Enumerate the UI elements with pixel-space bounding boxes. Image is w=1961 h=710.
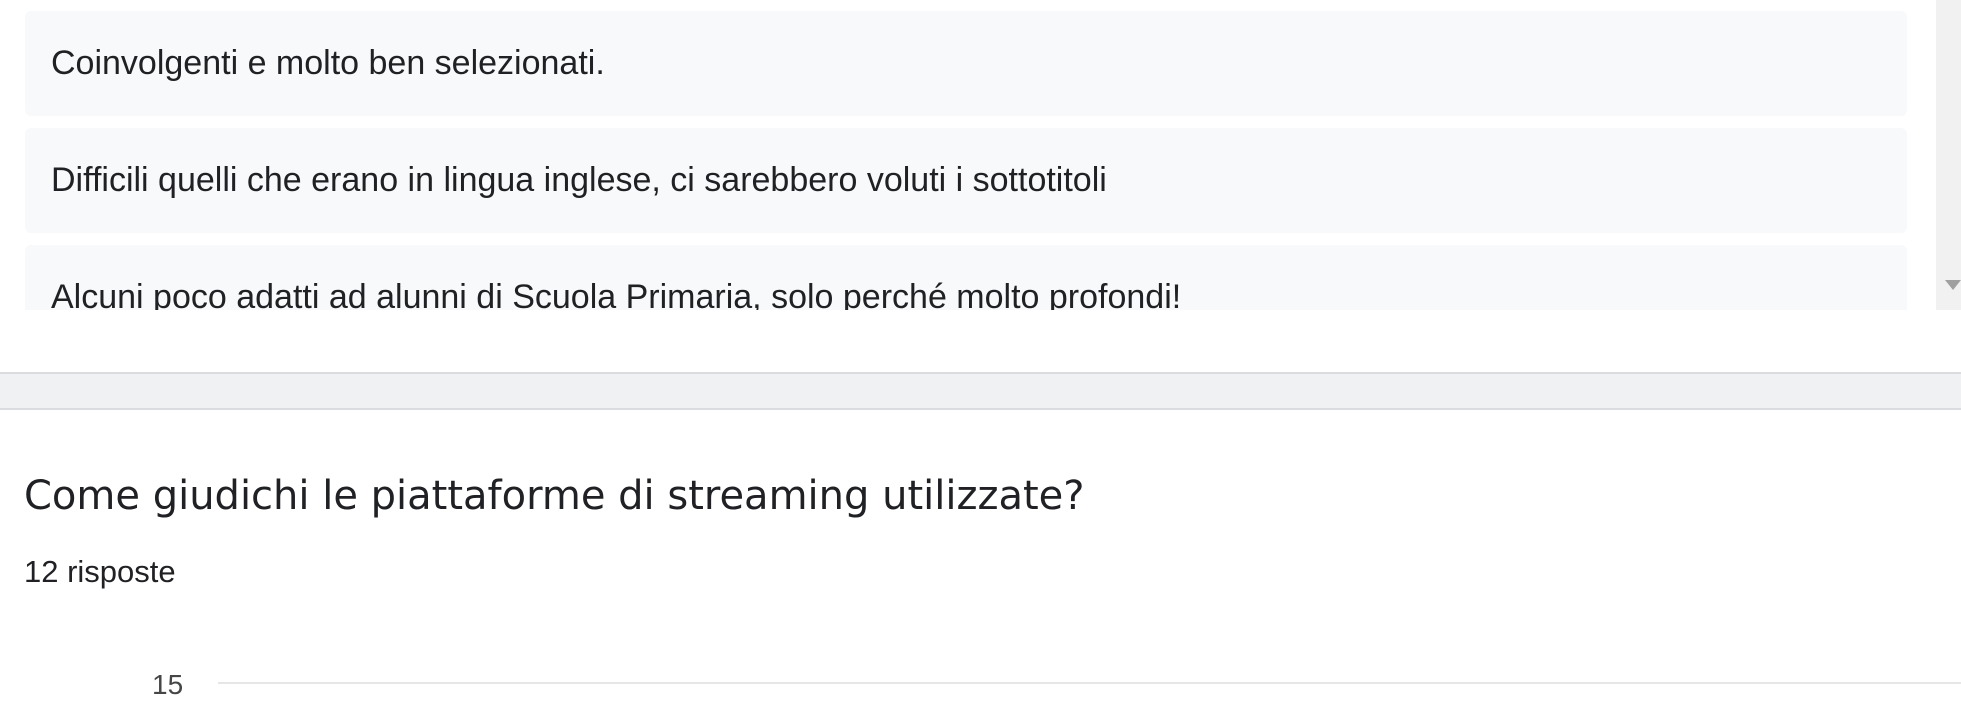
list-item: Difficili quelli che erano in lingua ing… — [25, 128, 1907, 233]
chart-gridline — [218, 682, 1961, 684]
response-count: 12 risposte — [24, 554, 176, 589]
vertical-scrollbar[interactable] — [1936, 0, 1961, 310]
response-text: Difficili quelli che erano in lingua ing… — [51, 161, 1107, 199]
response-text: Alcuni poco adatti ad alunni di Scuola P… — [51, 278, 1182, 310]
list-item: Coinvolgenti e molto ben selezionati. — [25, 11, 1907, 116]
y-tick-label: 15 — [152, 669, 184, 700]
card-separator — [0, 372, 1961, 410]
responses-card: Coinvolgenti e molto ben selezionati. Di… — [0, 0, 1961, 310]
response-list[interactable]: Coinvolgenti e molto ben selezionati. Di… — [25, 0, 1907, 310]
response-text: Coinvolgenti e molto ben selezionati. — [51, 44, 605, 82]
question-title: Come giudichi le piattaforme di streamin… — [24, 473, 1085, 519]
list-item: Alcuni poco adatti ad alunni di Scuola P… — [25, 245, 1907, 310]
scroll-down-arrow-icon[interactable] — [1945, 280, 1961, 290]
